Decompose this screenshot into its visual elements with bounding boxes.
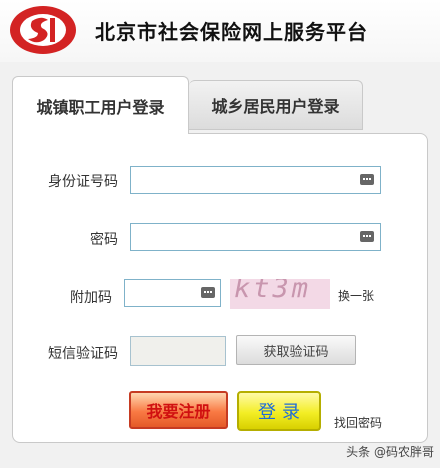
id-number-label: 身份证号码 <box>48 174 118 190</box>
captcha-image[interactable]: kt3m <box>230 279 330 309</box>
register-button[interactable]: 我要注册 <box>129 391 228 429</box>
virtual-keyboard-icon[interactable] <box>360 231 374 242</box>
password-label: 密码 <box>90 232 118 248</box>
password-input[interactable] <box>130 223 381 251</box>
login-button[interactable]: 登录 <box>237 391 321 431</box>
virtual-keyboard-icon[interactable] <box>360 174 374 185</box>
refresh-captcha-link[interactable]: 换一张 <box>338 287 374 304</box>
virtual-keyboard-icon[interactable] <box>201 287 215 298</box>
forgot-password-link[interactable]: 找回密码 <box>334 414 382 431</box>
captcha-image-text: kt3m <box>234 279 312 304</box>
id-number-input[interactable] <box>130 166 381 194</box>
sms-code-input[interactable] <box>130 336 226 366</box>
captcha-label: 附加码 <box>70 290 112 306</box>
watermark: 头条 @码农胖哥 <box>346 445 434 459</box>
sms-code-label: 短信验证码 <box>48 346 118 362</box>
get-sms-code-button[interactable]: 获取验证码 <box>236 335 356 365</box>
